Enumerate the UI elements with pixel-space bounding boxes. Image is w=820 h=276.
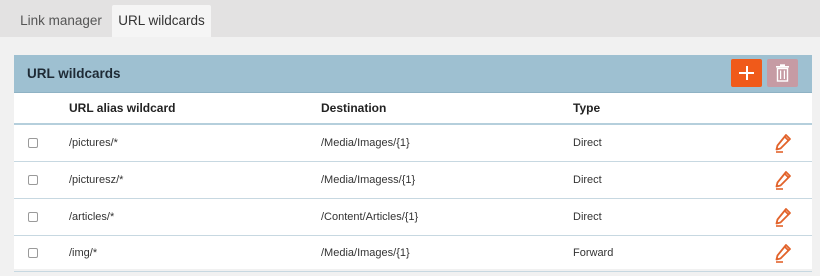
column-header-type[interactable]: Type <box>573 93 600 123</box>
pencil-icon[interactable] <box>774 133 792 153</box>
alias-cell: /img/* <box>69 247 98 259</box>
row-checkbox[interactable] <box>28 212 38 222</box>
row-checkbox[interactable] <box>28 138 38 148</box>
row-checkbox[interactable] <box>28 248 38 258</box>
panel-header: URL wildcards <box>14 55 812 93</box>
type-cell: Forward <box>573 247 614 259</box>
table-row: /articles/* /Content/Articles/{1} Direct <box>14 199 812 236</box>
type-cell: Direct <box>573 137 602 149</box>
tab-link-manager[interactable]: Link manager <box>10 5 112 37</box>
pencil-icon[interactable] <box>774 207 792 227</box>
trash-icon <box>776 64 789 82</box>
tab-url-wildcards[interactable]: URL wildcards <box>112 5 211 37</box>
table-row: /picturesz/* /Media/Imagess/{1} Direct <box>14 162 812 199</box>
table-row: /pictures/* /Media/Images/{1} Direct <box>14 125 812 162</box>
destination-cell: /Media/Images/{1} <box>321 137 410 149</box>
type-cell: Direct <box>573 211 602 223</box>
column-header-alias[interactable]: URL alias wildcard <box>69 93 175 123</box>
alias-cell: /pictures/* <box>69 137 118 149</box>
table-header: URL alias wildcard Destination Type <box>14 93 812 125</box>
destination-cell: /Media/Imagess/{1} <box>321 174 416 186</box>
destination-cell: /Media/Images/{1} <box>321 247 410 259</box>
row-checkbox[interactable] <box>28 175 38 185</box>
add-wildcard-button[interactable] <box>731 59 762 87</box>
alias-cell: /articles/* <box>69 211 115 223</box>
tab-bar: Link manager URL wildcards <box>0 0 820 37</box>
delete-wildcard-button[interactable] <box>767 59 798 87</box>
table-row: /img/* /Media/Images/{1} Forward <box>14 235 812 272</box>
column-header-destination[interactable]: Destination <box>321 93 386 123</box>
panel-title: URL wildcards <box>27 66 121 81</box>
url-wildcards-panel: URL wildcards URL alias wildcard Destina… <box>14 55 812 272</box>
destination-cell: /Content/Articles/{1} <box>321 211 419 223</box>
pencil-icon[interactable] <box>774 170 792 190</box>
type-cell: Direct <box>573 174 602 186</box>
pencil-icon[interactable] <box>774 243 792 263</box>
alias-cell: /picturesz/* <box>69 174 124 186</box>
